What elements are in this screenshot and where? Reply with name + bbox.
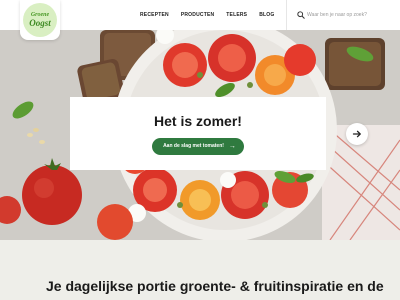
hero-title: Het is zomer! (154, 112, 242, 129)
page: RECEPTEN PRODUCTEN TELERS BLOG Groene Oo… (0, 0, 400, 300)
search-icon[interactable] (297, 11, 305, 19)
hero-banner: Het is zomer! Aan de slag met tomaten! → (0, 30, 400, 240)
main-nav: RECEPTEN PRODUCTEN TELERS BLOG (140, 0, 286, 30)
logo-text-main: Oogst (29, 18, 51, 28)
header-divider (286, 0, 287, 30)
nav-item-producten[interactable]: PRODUCTEN (181, 12, 214, 18)
hero-cta-label: Aan de slag met tomaten! (163, 143, 224, 149)
logo-badge: Groene Oogst (23, 3, 57, 37)
arrow-right-icon (352, 130, 361, 138)
nav-item-telers[interactable]: TELERS (226, 12, 247, 18)
intro-section: Je dagelijkse portie groente- & fruitins… (0, 240, 400, 300)
search-input[interactable] (307, 9, 395, 21)
nav-item-blog[interactable]: BLOG (259, 12, 274, 18)
hero-card: Het is zomer! Aan de slag met tomaten! → (70, 97, 326, 170)
logo[interactable]: Groene Oogst (20, 0, 60, 40)
nav-item-recepten[interactable]: RECEPTEN (140, 12, 169, 18)
carousel-next-button[interactable] (346, 123, 368, 145)
hero-cta-button[interactable]: Aan de slag met tomaten! → (152, 137, 244, 155)
intro-heading: Je dagelijkse portie groente- & fruitins… (46, 278, 384, 294)
arrow-right-icon: → (228, 142, 236, 150)
site-header: RECEPTEN PRODUCTEN TELERS BLOG (0, 0, 400, 30)
